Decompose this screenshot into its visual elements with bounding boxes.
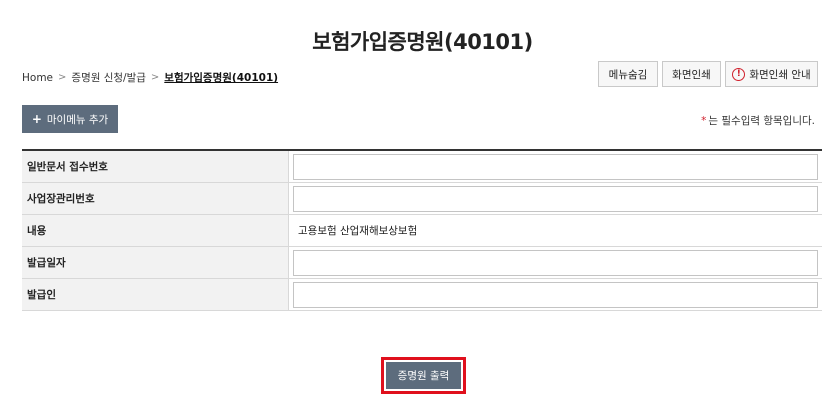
form-row-workplace-number: 사업장관리번호 bbox=[22, 183, 822, 215]
breadcrumb-level1[interactable]: 증명원 신청/발급 bbox=[71, 70, 146, 85]
alert-icon: ! bbox=[732, 67, 746, 81]
content-value: 고용보험 산업재해보상보험 bbox=[298, 225, 418, 237]
issuer-label: 발급인 bbox=[22, 279, 289, 310]
print-button-highlight: 증명원 출력 bbox=[381, 357, 466, 394]
required-notice: * 는 필수입력 항목입니다. bbox=[701, 113, 815, 128]
hide-menu-button[interactable]: 메뉴숨김 bbox=[598, 61, 658, 87]
content-label: 내용 bbox=[22, 215, 289, 246]
page-title: 보험가입증명원(40101) bbox=[312, 30, 533, 54]
print-guide-button[interactable]: ! 화면인쇄 안내 bbox=[725, 61, 818, 87]
plus-icon: + bbox=[31, 112, 42, 126]
doc-number-input[interactable] bbox=[293, 153, 818, 180]
issuer-input[interactable] bbox=[293, 281, 818, 308]
form-row-doc-number: 일반문서 접수번호 bbox=[22, 151, 822, 183]
print-guide-label: 화면인쇄 안내 bbox=[749, 68, 811, 81]
print-screen-button[interactable]: 화면인쇄 bbox=[662, 61, 721, 87]
breadcrumb-home[interactable]: Home bbox=[22, 72, 53, 84]
required-notice-text: 는 필수입력 항목입니다. bbox=[708, 115, 815, 127]
add-mymenu-button[interactable]: + 마이메뉴 추가 bbox=[22, 105, 118, 133]
breadcrumb-current[interactable]: 보험가입증명원(40101) bbox=[164, 70, 278, 85]
required-star: * bbox=[701, 115, 707, 127]
print-certificate-button[interactable]: 증명원 출력 bbox=[386, 362, 461, 389]
doc-number-label: 일반문서 접수번호 bbox=[22, 151, 289, 182]
form-row-issuer: 발급인 bbox=[22, 279, 822, 311]
chevron-right-icon: > bbox=[150, 72, 160, 83]
breadcrumb: Home > 증명원 신청/발급 > 보험가입증명원(40101) bbox=[22, 70, 278, 85]
issue-date-label: 발급일자 bbox=[22, 247, 289, 278]
form-row-content: 내용 고용보험 산업재해보상보험 bbox=[22, 215, 822, 247]
issue-date-input[interactable] bbox=[293, 249, 818, 276]
form-row-issue-date: 발급일자 bbox=[22, 247, 822, 279]
certificate-form: 일반문서 접수번호 사업장관리번호 내용 고용보험 산업재해보상보험 발급일자 … bbox=[22, 149, 822, 311]
chevron-right-icon: > bbox=[58, 72, 67, 83]
workplace-number-input[interactable] bbox=[293, 185, 818, 212]
add-mymenu-label: 마이메뉴 추가 bbox=[46, 113, 109, 126]
workplace-number-label: 사업장관리번호 bbox=[22, 183, 289, 214]
